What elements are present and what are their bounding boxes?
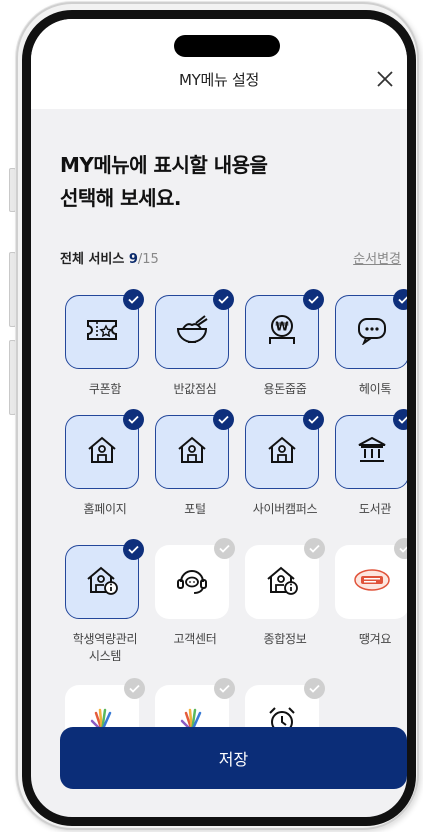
service-tile-label: 포털 <box>150 501 240 518</box>
headset-icon <box>175 565 209 599</box>
service-tile-label-line: 도서관 <box>358 502 392 516</box>
content: MY메뉴에 표시할 내용을 선택해 보세요. 전체 서비스 9/15 순서변경 … <box>31 109 407 817</box>
service-tile-label: 홈페이지 <box>60 501 150 518</box>
service-tile-label-line: 사이버캠퍼스 <box>252 502 318 516</box>
intro-line-1: MY메뉴에 표시할 내용을 <box>60 153 268 177</box>
reorder-link[interactable]: 순서변경 <box>353 248 401 267</box>
check-icon <box>303 289 324 310</box>
service-selected-count: 9 <box>128 252 138 267</box>
service-tile-button[interactable] <box>245 409 324 489</box>
check-icon <box>304 678 325 699</box>
house-icon <box>266 435 298 469</box>
service-tile-button[interactable] <box>155 409 234 489</box>
intro-text: MY메뉴에 표시할 내용을 선택해 보세요. <box>60 149 268 215</box>
service-count: 전체 서비스 9/15 <box>60 248 159 267</box>
service-tile-label-line: 땡겨요 <box>358 632 392 646</box>
service-tile-button[interactable] <box>245 538 325 619</box>
service-tile-button[interactable] <box>155 538 235 619</box>
service-tile-button[interactable] <box>65 539 144 619</box>
check-icon <box>393 289 407 310</box>
coupon-icon <box>85 317 119 347</box>
service-tile-label: 도서관 <box>330 501 407 518</box>
check-icon <box>213 409 234 430</box>
service-count-label: 전체 서비스 <box>60 252 125 267</box>
check-icon <box>303 409 324 430</box>
service-tile-label-line: 용돈줍줍 <box>263 382 307 396</box>
service-tile-label: 학생역량관리시스템 <box>60 631 150 665</box>
won-coin-icon: ₩ <box>265 314 299 350</box>
check-icon <box>393 409 407 430</box>
phone-side-button-3 <box>9 340 16 415</box>
service-tile-label: 반값점심 <box>150 381 240 398</box>
service-tile-button[interactable] <box>65 289 144 369</box>
service-tile-label-line: 헤이톡 <box>358 382 392 396</box>
phone-screen: MY메뉴 설정 MY메뉴에 표시할 내용을 선택해 보세요. 전체 서비스 9/… <box>22 10 416 826</box>
service-tile-label-line: 고객센터 <box>173 632 217 646</box>
check-icon <box>214 678 235 699</box>
service-tile-label-line: 학생역량관리 <box>72 632 138 646</box>
save-button[interactable]: 저장 <box>60 727 407 789</box>
service-tile-label: 용돈줍줍 <box>240 381 330 398</box>
house-info-icon <box>265 565 299 599</box>
service-tile-label-line: 종합정보 <box>263 632 307 646</box>
service-tile-label: 쿠폰함 <box>60 381 150 398</box>
service-tile-label-line: 포털 <box>184 502 206 516</box>
service-tile-label-line: 반값점심 <box>173 382 217 396</box>
close-icon[interactable] <box>375 69 395 89</box>
service-tile-label: 사이버캠퍼스 <box>240 501 330 518</box>
check-icon <box>123 289 144 310</box>
service-tile-label: 땡겨요 <box>330 631 407 648</box>
service-total-count: /15 <box>137 252 159 267</box>
house-icon <box>176 435 208 469</box>
house-info-icon <box>85 565 119 599</box>
check-icon <box>214 538 235 559</box>
house-icon <box>86 435 118 469</box>
check-icon <box>124 678 145 699</box>
check-icon <box>394 538 407 559</box>
check-icon <box>123 409 144 430</box>
header: MY메뉴 설정 <box>31 19 407 109</box>
phone-side-button-2 <box>9 252 16 327</box>
notch <box>174 35 280 57</box>
service-tile-label: 고객센터 <box>150 631 240 648</box>
check-icon <box>213 289 234 310</box>
check-icon <box>123 539 144 560</box>
service-tile-label-line: 홈페이지 <box>83 502 127 516</box>
library-icon <box>356 435 388 469</box>
page-title: MY메뉴 설정 <box>179 71 259 89</box>
service-tile-button[interactable] <box>335 538 407 619</box>
check-icon <box>304 538 325 559</box>
service-tile-button[interactable] <box>335 289 407 369</box>
service-tile-button[interactable] <box>155 289 234 369</box>
service-tile-label: 종합정보 <box>240 631 330 648</box>
chat-bubble-icon <box>356 315 388 349</box>
rice-bowl-icon <box>174 314 210 350</box>
phone-side-button-1 <box>9 168 16 212</box>
service-tile-button[interactable] <box>65 409 144 489</box>
service-tile-label-line: 쿠폰함 <box>88 382 122 396</box>
intro-line-2: 선택해 보세요. <box>60 186 181 210</box>
service-tile-button[interactable]: ₩ <box>245 289 324 369</box>
ttaenggyeoyo-logo-icon <box>353 568 391 596</box>
service-tile-button[interactable] <box>335 409 407 489</box>
service-tile-label: 헤이톡 <box>330 381 407 398</box>
service-tile-label-line: 시스템 <box>88 649 122 663</box>
svg-text:₩: ₩ <box>275 320 289 334</box>
